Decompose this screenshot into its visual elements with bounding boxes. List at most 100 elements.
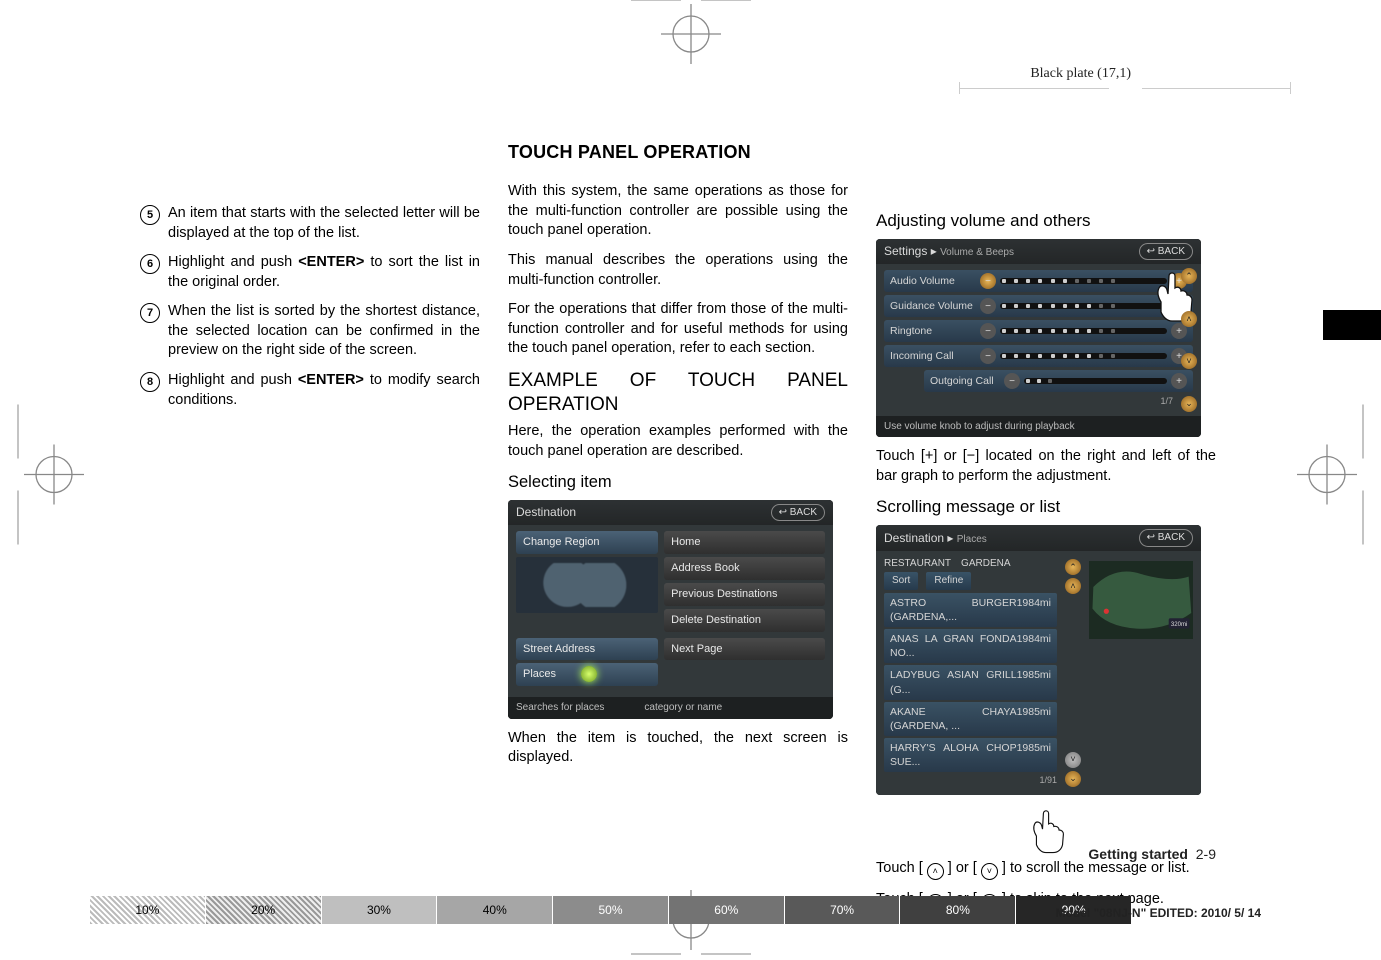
list-text: Highlight and push <ENTER> to sort the l…	[168, 253, 480, 292]
sort-button[interactable]: Sort	[884, 572, 918, 590]
scroll-down-icon[interactable]: ˅	[1181, 353, 1197, 369]
list-item[interactable]: AKANE CHAYA (GARDENA, ...1985mi	[884, 702, 1057, 736]
slider-audio-volume[interactable]: Audio Volume − +	[884, 270, 1193, 292]
registration-mark-top	[631, 0, 751, 64]
mini-heading: Selecting item	[508, 471, 848, 493]
scroll-bottom-icon[interactable]: ⌄	[1181, 396, 1197, 412]
bullet-8: 8	[140, 372, 160, 392]
minus-icon[interactable]: −	[980, 298, 996, 314]
scroll-up-icon[interactable]: ˄	[1181, 311, 1197, 327]
paragraph: With this system, the same operations as…	[508, 182, 848, 241]
back-pill[interactable]: ↩ BACK	[771, 504, 825, 522]
previous-destinations-button[interactable]: Previous Destinations	[664, 583, 825, 606]
bullet-5: 5	[140, 205, 160, 225]
footer-model-line: Model "08NJ-N" EDITED: 2010/ 5/ 14	[1056, 906, 1261, 920]
region-map-thumbnail	[516, 557, 658, 613]
list-item: 7 When the list is sorted by the shortes…	[140, 302, 480, 361]
calibration-segment: 70%	[785, 896, 901, 924]
calibration-segment: 60%	[669, 896, 785, 924]
list-item: 6 Highlight and push <ENTER> to sort the…	[140, 253, 480, 292]
next-page-button[interactable]: Next Page	[664, 638, 825, 661]
screenshot-hint: Use volume knob to adjust during playbac…	[876, 416, 1201, 438]
minus-icon[interactable]: −	[1004, 373, 1020, 389]
street-address-button[interactable]: Street Address	[516, 638, 658, 661]
back-pill[interactable]: ↩ BACK	[1139, 243, 1193, 261]
list-text: An item that starts with the selected le…	[168, 204, 480, 243]
footer-page-number: Getting started 2-9	[1088, 846, 1216, 862]
minus-icon[interactable]: −	[980, 348, 996, 364]
list-item: 5 An item that starts with the selected …	[140, 204, 480, 243]
screenshot-settings: Settings ▸ Volume & Beeps ↩ BACK Audio V…	[876, 239, 1201, 437]
list-item: 8 Highlight and push <ENTER> to modify s…	[140, 371, 480, 410]
slider-incoming-call[interactable]: Incoming Call − +	[884, 345, 1193, 367]
screenshot-header: Settings ▸ Volume & Beeps ↩ BACK	[876, 239, 1201, 265]
calibration-segment: 40%	[437, 896, 553, 924]
page-indicator: 1/7	[884, 395, 1193, 407]
slider-outgoing-call[interactable]: Outgoing Call − +	[924, 370, 1193, 392]
calibration-segment: 10%	[90, 896, 206, 924]
page-indicator: 1/91	[884, 774, 1057, 786]
list-text: Highlight and push <ENTER> to modify sea…	[168, 371, 480, 410]
calibration-segment: 50%	[553, 896, 669, 924]
home-button[interactable]: Home	[664, 531, 825, 554]
refine-button[interactable]: Refine	[926, 572, 971, 590]
chevron-down-icon: ˅	[981, 863, 998, 880]
places-button[interactable]: Places	[516, 663, 658, 686]
scroll-up-icon[interactable]: ˄	[1065, 578, 1081, 594]
screenshot-places: Destination ▸ Places ↩ BACK RESTAURANT G…	[876, 525, 1201, 794]
right-column: Adjusting volume and others Settings ▸ V…	[876, 140, 1216, 921]
page-root: Black plate (17,1) 5 An item that starts…	[0, 0, 1381, 954]
back-pill[interactable]: ↩ BACK	[1139, 529, 1193, 547]
paragraph: This manual describes the operations usi…	[508, 251, 848, 290]
minus-icon[interactable]: −	[980, 323, 996, 339]
center-column: TOUCH PANEL OPERATION With this system, …	[508, 140, 848, 921]
subheading: EXAMPLE OF TOUCH PANEL OPERATION	[508, 369, 848, 417]
slider-track[interactable]	[1000, 328, 1167, 334]
filter-gardena-label: GARDENA	[961, 557, 1010, 571]
delete-destination-button[interactable]: Delete Destination	[664, 609, 825, 632]
change-region-button[interactable]: Change Region	[516, 531, 658, 554]
list-text: When the list is sorted by the shortest …	[168, 302, 480, 361]
slider-track[interactable]	[1024, 378, 1167, 384]
screenshot-title: Destination ▸ Places	[884, 530, 987, 547]
calibration-segment: 20%	[206, 896, 322, 924]
scroll-top-icon[interactable]: ⌃	[1065, 559, 1081, 575]
screenshot-header: Destination ▸ Places ↩ BACK	[876, 525, 1201, 551]
calibration-segment: 30%	[322, 896, 438, 924]
thumb-index-tab	[1323, 310, 1381, 340]
slider-track[interactable]	[1000, 278, 1167, 284]
mini-heading: Adjusting volume and others	[876, 210, 1216, 233]
filter-restaurant-label: RESTAURANT	[884, 557, 951, 571]
list-item[interactable]: LADYBUG ASIAN GRILL (G...1985mi	[884, 665, 1057, 699]
minus-icon[interactable]: −	[980, 273, 996, 289]
scroll-top-icon[interactable]: ⌃	[1181, 268, 1197, 284]
plate-label: Black plate (17,1)	[1030, 66, 1131, 82]
screenshot-header: Destination ↩ BACK	[508, 500, 833, 526]
screenshot-hint: Searches for places category or name	[508, 697, 833, 719]
calibration-bar: 10% 20% 30% 40% 50% 60% 70% 80% 90%	[90, 896, 1131, 924]
list-item[interactable]: ASTRO BURGER (GARDENA,...1984mi	[884, 593, 1057, 627]
slider-track[interactable]	[1000, 353, 1167, 359]
screenshot-body: Change Region Home Address Book Previous…	[508, 525, 833, 697]
screenshot-destination: Destination ↩ BACK Change Region Home Ad…	[508, 500, 833, 719]
list-item[interactable]: ANAS LA GRAN FONDA NO...1984mi	[884, 629, 1057, 663]
bullet-6: 6	[140, 254, 160, 274]
scroll-down-icon[interactable]: ˅	[1065, 752, 1081, 768]
slider-guidance-volume[interactable]: Guidance Volume − +	[884, 295, 1193, 317]
content-grid: 5 An item that starts with the selected …	[140, 140, 1216, 834]
numbered-list: 5 An item that starts with the selected …	[140, 204, 480, 410]
chevron-up-icon: ˄	[927, 863, 944, 880]
pointer-hand-icon	[1026, 805, 1066, 855]
address-book-button[interactable]: Address Book	[664, 557, 825, 580]
registration-mark-right	[1297, 405, 1367, 550]
slider-ringtone[interactable]: Ringtone − +	[884, 320, 1193, 342]
touch-glow-icon	[581, 666, 597, 682]
list-item[interactable]: HARRY'S ALOHA CHOP SUE...1985mi	[884, 738, 1057, 772]
calibration-segment: 80%	[900, 896, 1016, 924]
slider-track[interactable]	[1000, 303, 1167, 309]
paragraph: For the operations that differ from thos…	[508, 300, 848, 359]
scroll-bottom-icon[interactable]: ⌄	[1065, 771, 1081, 787]
svg-text:320mi: 320mi	[1171, 622, 1187, 628]
bullet-7: 7	[140, 303, 160, 323]
places-list: ASTRO BURGER (GARDENA,...1984mi ANAS LA …	[884, 593, 1057, 773]
